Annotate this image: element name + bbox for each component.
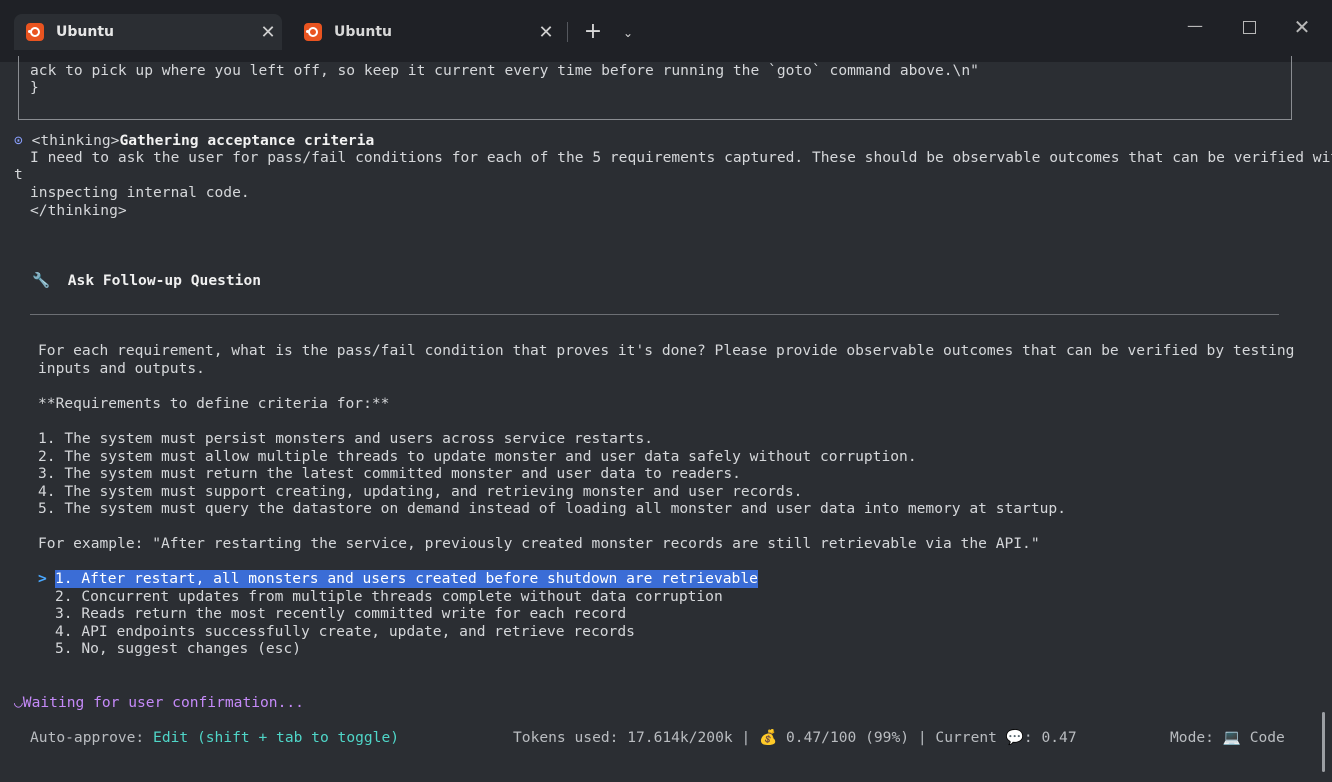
requirement-item: 1. The system must persist monsters and … <box>38 430 654 447</box>
chat-bubble-icon: 💬 <box>1005 729 1024 746</box>
auto-approve-status[interactable]: Auto-approve: Edit (shift + tab to toggl… <box>30 729 399 747</box>
cost-value: 0.47/100 (99%) <box>786 729 910 746</box>
close-tab-icon[interactable]: ✕ <box>254 22 282 43</box>
thinking-bullet-icon: ⊙ <box>14 132 23 149</box>
auto-approve-label: Auto-approve: <box>30 729 145 746</box>
tab-dropdown-chevron-icon[interactable]: ⌄ <box>616 20 640 46</box>
money-bag-icon: 💰 <box>759 729 778 746</box>
selection-arrow-icon: > <box>38 570 47 587</box>
scrollbar[interactable] <box>1322 712 1325 772</box>
divider <box>30 314 1279 315</box>
current-label: Current <box>935 729 997 746</box>
tab-ubuntu-1[interactable]: Ubuntu ✕ <box>14 14 282 50</box>
waiting-status: ◡Waiting for user confirmation... <box>14 694 304 712</box>
separator: | <box>917 729 927 746</box>
mode-value: Code <box>1249 729 1285 746</box>
thinking-body-line-1: I need to ask the user for pass/fail con… <box>30 149 1332 166</box>
question-line-1: For each requirement, what is the pass/f… <box>38 342 1295 359</box>
minimize-button[interactable]: — <box>1180 14 1210 42</box>
thinking-body-line-2: inspecting internal code. <box>30 184 250 201</box>
usage-status: Tokens used: 17.614k/200k | 💰 0.47/100 (… <box>513 729 1077 747</box>
separator: | <box>741 729 751 746</box>
tab-title: Ubuntu <box>56 24 114 40</box>
ubuntu-icon <box>26 23 44 41</box>
thinking-close-tag: </thinking> <box>30 202 127 219</box>
spinner-icon: ◡ <box>14 694 23 711</box>
requirements-heading: **Requirements to define criteria for:** <box>38 395 390 412</box>
option-item[interactable]: 2. Concurrent updates from multiple thre… <box>55 588 723 606</box>
tool-header: 🔧 Ask Follow-up Question <box>32 272 261 290</box>
laptop-icon: 💻 <box>1222 729 1241 746</box>
code-line-1: ack to pick up where you left off, so ke… <box>30 62 979 79</box>
auto-approve-value[interactable]: Edit (shift + tab to toggle) <box>153 729 399 746</box>
requirement-item: 4. The system must support creating, upd… <box>38 483 803 500</box>
requirement-item: 5. The system must query the datastore o… <box>38 500 1066 517</box>
tool-title: Ask Follow-up Question <box>67 272 262 289</box>
requirement-item: 3. The system must return the latest com… <box>38 465 741 482</box>
maximize-button[interactable] <box>1234 14 1264 42</box>
tab-title: Ubuntu <box>334 24 392 40</box>
close-tab-icon[interactable]: ✕ <box>532 22 560 43</box>
requirement-item: 2. The system must allow multiple thread… <box>38 448 917 465</box>
current-value: : 0.47 <box>1023 729 1077 746</box>
tab-ubuntu-2[interactable]: Ubuntu ✕ <box>292 14 560 50</box>
thinking-header: ⊙ <thinking>Gathering acceptance criteri… <box>14 132 374 150</box>
option-item-selected[interactable]: 1. After restart, all monsters and users… <box>55 570 758 588</box>
tab-divider <box>567 22 568 42</box>
option-item[interactable]: 3. Reads return the most recently commit… <box>55 605 626 623</box>
waiting-text: Waiting for user confirmation... <box>22 694 304 711</box>
question-line-2: inputs and outputs. <box>38 360 205 377</box>
ubuntu-icon <box>304 23 322 41</box>
mode-label: Mode: <box>1170 729 1214 746</box>
wrench-icon: 🔧 <box>32 272 51 289</box>
option-item[interactable]: 5. No, suggest changes (esc) <box>55 640 301 658</box>
code-line-2: } <box>30 79 39 96</box>
thinking-open-tag: <thinking> <box>31 132 120 149</box>
tokens-used: Tokens used: 17.614k/200k <box>513 729 733 746</box>
option-item[interactable]: 4. API endpoints successfully create, up… <box>55 623 635 641</box>
example-text: For example: "After restarting the servi… <box>38 535 1040 552</box>
mode-status[interactable]: Mode: 💻 Code <box>1170 729 1285 747</box>
maximize-icon <box>1242 21 1256 34</box>
thinking-body-wrap: t <box>14 166 23 183</box>
terminal-output[interactable]: ack to pick up where you left off, so ke… <box>0 56 1332 782</box>
thinking-title: Gathering acceptance criteria <box>119 132 375 149</box>
title-bar: Ubuntu ✕ Ubuntu ✕ + ⌄ — ✕ <box>0 0 1332 62</box>
window-close-button[interactable]: ✕ <box>1287 14 1317 42</box>
new-tab-button[interactable]: + <box>580 20 606 46</box>
